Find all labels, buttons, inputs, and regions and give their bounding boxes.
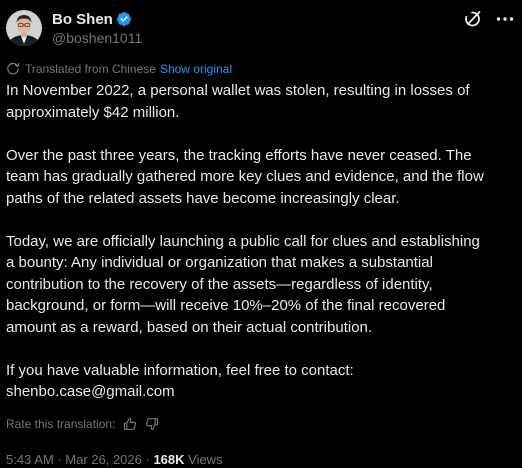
post-paragraph: If you have valuable information, feel f… xyxy=(6,361,354,401)
thumbs-down-icon[interactable] xyxy=(145,417,159,431)
post-paragraph: Over the past three years, the tracking … xyxy=(6,146,484,207)
translation-notice: Translated from Chinese Show original xyxy=(6,62,232,76)
author-display-name[interactable]: Bo Shen xyxy=(52,11,113,28)
meta-separator: · xyxy=(141,452,154,467)
views-count[interactable]: 168K xyxy=(153,452,184,467)
verified-badge-icon xyxy=(116,11,132,27)
avatar[interactable] xyxy=(6,10,42,46)
meta-separator: · xyxy=(53,452,66,467)
post-time[interactable]: 5:43 AM xyxy=(6,452,54,467)
show-original-link[interactable]: Show original xyxy=(160,62,232,76)
translated-label: Translated from Chinese xyxy=(25,62,156,76)
post-actions-top xyxy=(462,8,516,30)
author-block: Bo Shen @boshen1011 xyxy=(52,10,142,47)
post-body: In November 2022, a personal wallet was … xyxy=(6,80,516,403)
post-paragraph: Today, we are officially launching a pub… xyxy=(6,232,480,336)
translate-globe-icon xyxy=(6,62,20,76)
author-handle[interactable]: @boshen1011 xyxy=(52,30,142,46)
thumbs-up-icon[interactable] xyxy=(123,417,137,431)
post-date[interactable]: Mar 26, 2026 xyxy=(65,452,142,467)
name-row: Bo Shen xyxy=(52,10,142,28)
grok-icon[interactable] xyxy=(462,8,484,30)
post: Bo Shen @boshen1011 Translated from Chin… xyxy=(0,0,522,468)
more-options-icon[interactable] xyxy=(494,8,516,30)
rate-translation-row: Rate this translation: xyxy=(6,417,159,431)
post-meta: 5:43 AM · Mar 26, 2026 · 168K Views xyxy=(6,452,223,467)
rate-translation-label: Rate this translation: xyxy=(6,417,116,431)
post-paragraph: In November 2022, a personal wallet was … xyxy=(6,82,470,121)
views-label: Views xyxy=(184,452,223,467)
